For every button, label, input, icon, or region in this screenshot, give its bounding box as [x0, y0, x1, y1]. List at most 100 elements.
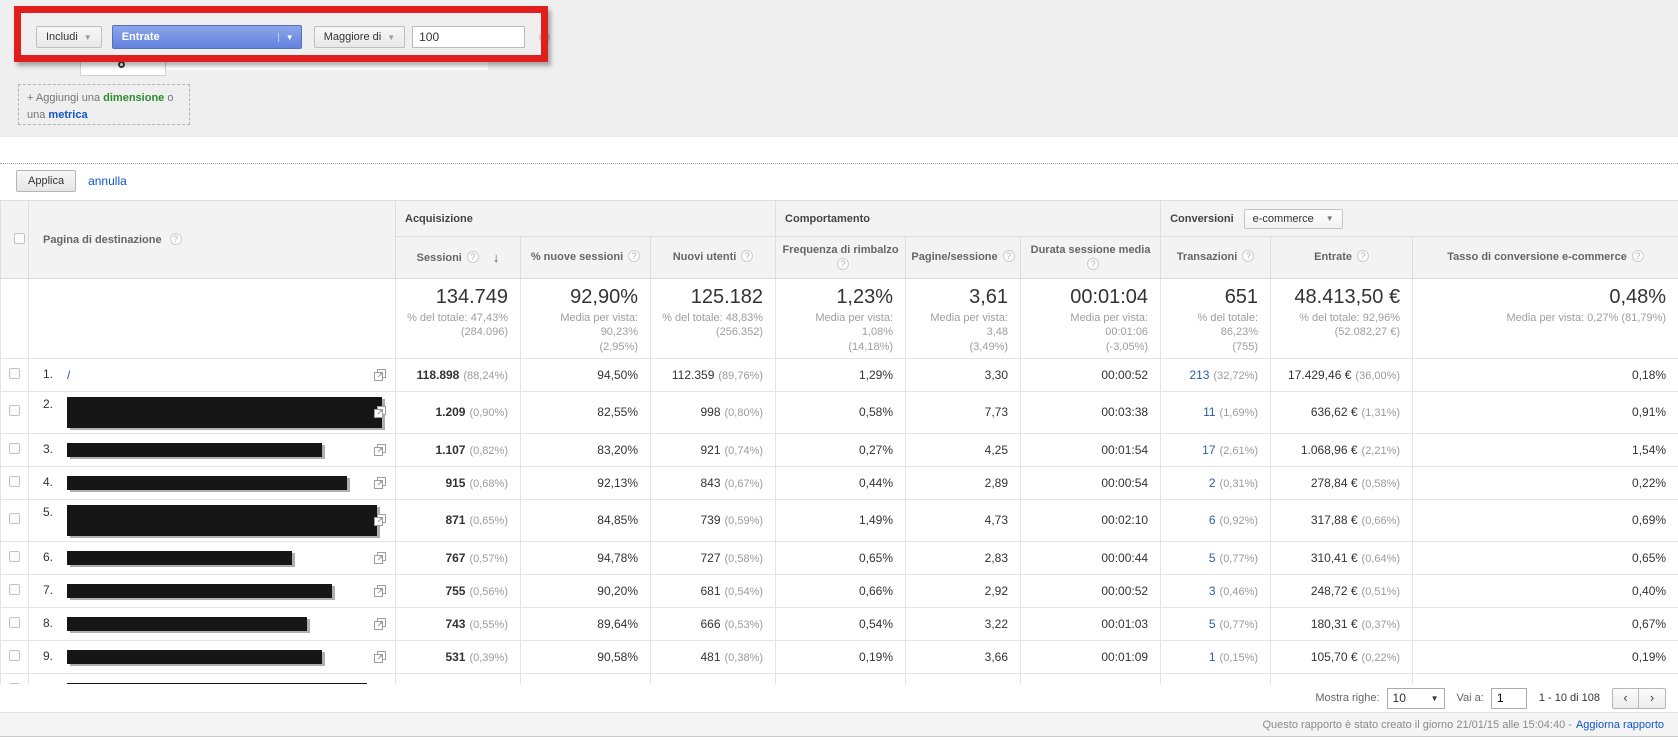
open-page-icon[interactable]	[374, 368, 386, 384]
conv-rate-cell: 0,18%	[1412, 357, 1678, 392]
column-header-sessions[interactable]: Sessioni? ↓	[395, 236, 521, 279]
transactions-cell: 2 (0,31%)	[1160, 465, 1272, 500]
new-sessions-cell-value: 84,85%	[597, 513, 638, 528]
refresh-report-link[interactable]: Aggiorna rapporto	[1576, 719, 1664, 731]
pages-session-cell: 2,89	[905, 465, 1022, 500]
row-checkbox[interactable]	[9, 550, 20, 562]
revenue-cell-percent: (0,22%)	[1361, 651, 1401, 664]
add-dimension-metric-button[interactable]: + Aggiungi una dimensione o una metrica	[18, 84, 190, 125]
row-checkbox[interactable]	[9, 475, 20, 487]
open-page-icon[interactable]	[374, 514, 386, 529]
row-checkbox[interactable]	[9, 405, 20, 417]
column-header-page[interactable]: Pagina di destinazione ?	[28, 200, 396, 279]
help-icon[interactable]: ?	[837, 257, 850, 270]
condition-dropdown[interactable]: Maggiore di ▼	[313, 26, 406, 48]
open-page-icon[interactable]	[374, 551, 386, 567]
chevron-down-icon: ▼	[387, 32, 396, 42]
bounce-rate-cell: 0,27%	[775, 432, 907, 467]
revenue-cell-value: 317,88 €	[1310, 513, 1358, 528]
add-prefix-label: + Aggiungi una	[27, 92, 104, 104]
row-checkbox[interactable]	[9, 616, 20, 628]
condition-dropdown-label: Maggiore di	[323, 31, 382, 43]
bounce-rate-cell-value: 1,29%	[859, 367, 894, 382]
table-row: 6. 767 (0,57%) 94,78% 727 (0,58%) 0,65% 2,83 00:…	[0, 540, 1678, 575]
column-header-conversion-rate[interactable]: Tasso di conversione e-commerce?	[1412, 236, 1678, 279]
metric-dropdown[interactable]: Entrate ▼	[111, 25, 302, 49]
select-all-cell	[0, 200, 29, 279]
help-icon[interactable]: ?	[1357, 250, 1370, 263]
sessions-cell: 767 (0,57%)	[395, 540, 521, 575]
row-checkbox[interactable]	[9, 367, 20, 379]
new-users-cell-value: 727	[700, 550, 721, 565]
help-icon[interactable]: ?	[466, 250, 479, 263]
row-checkbox[interactable]	[9, 583, 20, 595]
row-checkbox[interactable]	[9, 442, 20, 454]
row-checkbox-cell	[0, 390, 29, 434]
column-header-new-sessions[interactable]: % nuove sessioni?	[520, 236, 651, 279]
include-dropdown[interactable]: Includi ▼	[36, 26, 102, 48]
page-name	[67, 650, 363, 665]
transactions-cell-value: 213	[1189, 367, 1210, 382]
column-header-pages-session[interactable]: Pagine/sessione?	[905, 236, 1022, 279]
column-header-transactions[interactable]: Transazioni?	[1160, 236, 1272, 279]
totals-row: 134.749 % del totale: 47,43% (284.096) 9…	[0, 278, 1678, 359]
new-users-cell-value: 666	[700, 616, 721, 631]
open-page-icon[interactable]	[374, 443, 386, 459]
row-checkbox[interactable]	[9, 649, 20, 661]
cancel-link[interactable]: annulla	[88, 174, 127, 188]
help-icon[interactable]: ?	[1087, 257, 1100, 270]
open-page-icon[interactable]	[374, 650, 386, 666]
apply-button[interactable]: Applica	[16, 170, 77, 192]
conversions-type-dropdown[interactable]: e-commerce ▼	[1243, 208, 1343, 229]
filter-value-input[interactable]	[412, 26, 526, 48]
rows-per-page-select[interactable]: 10 ▼	[1386, 687, 1445, 709]
table-row: 5. 871 (0,65%) 84,85% 739 (0,59%) 1,49% 4,73 00:…	[0, 498, 1678, 542]
pages-session-cell-value: 7,73	[984, 405, 1009, 420]
column-header-bounce-rate[interactable]: Frequenza di rimbalzo?	[775, 236, 907, 279]
next-page-button[interactable]: ›	[1639, 687, 1666, 709]
page-link[interactable]: /	[67, 368, 70, 382]
new-users-cell-value: 921	[700, 442, 721, 457]
table-row: 7. 755 (0,56%) 90,20% 681 (0,54%) 0,66% 2,92 00:…	[0, 573, 1678, 608]
avg-duration-cell: 00:00:52	[1020, 573, 1162, 608]
conv-rate-cell-value: 0,65%	[1632, 550, 1667, 565]
revenue-cell-value: 248,72 €	[1310, 583, 1358, 598]
help-icon[interactable]: ?	[1631, 250, 1644, 263]
help-icon[interactable]: ?	[741, 250, 754, 263]
new-users-cell-percent: (0,74%)	[724, 444, 764, 457]
new-sessions-cell: 94,78%	[520, 540, 651, 575]
row-checkbox-cell	[0, 540, 29, 575]
bounce-rate-cell-value: 0,27%	[859, 442, 894, 457]
row-checkbox-cell	[0, 357, 29, 392]
row-range-label: 1 - 10 di 108	[1538, 692, 1600, 704]
column-header-avg-duration[interactable]: Durata sessione media?	[1020, 236, 1162, 279]
new-users-cell-percent: (89,76%)	[718, 369, 764, 382]
help-icon[interactable]: ?	[169, 233, 182, 245]
open-page-icon[interactable]	[374, 617, 386, 633]
open-page-icon[interactable]	[374, 584, 386, 600]
column-header-new-users[interactable]: Nuovi utenti?	[649, 236, 777, 279]
open-page-icon[interactable]	[374, 476, 386, 492]
page-cell: 2.	[28, 390, 396, 434]
page-name	[67, 476, 363, 491]
help-icon[interactable]: ?	[628, 250, 641, 263]
page-cell: 8.	[28, 606, 396, 641]
group-header-acquisition: Acquisizione	[394, 200, 777, 237]
goto-page-input[interactable]	[1490, 687, 1527, 709]
bounce-rate-cell: 1,29%	[775, 357, 907, 392]
row-checkbox[interactable]	[9, 513, 20, 525]
sessions-cell-percent: (0,57%)	[469, 552, 508, 565]
bounce-rate-cell-value: 0,66%	[859, 583, 894, 598]
row-checkbox-cell	[0, 465, 29, 500]
select-all-checkbox[interactable]	[13, 232, 25, 244]
help-icon[interactable]: ?	[1242, 250, 1255, 263]
row-number: 1.	[43, 367, 54, 382]
previous-page-button[interactable]: ‹	[1612, 687, 1639, 709]
page-name	[67, 504, 377, 536]
open-page-icon[interactable]	[374, 406, 386, 421]
row-checkbox-cell	[0, 573, 29, 608]
column-header-revenue[interactable]: Entrate?	[1270, 236, 1414, 279]
transactions-cell: 11 (1,69%)	[1160, 390, 1272, 434]
remove-filter-icon[interactable]	[539, 31, 551, 43]
help-icon[interactable]: ?	[1002, 250, 1015, 263]
